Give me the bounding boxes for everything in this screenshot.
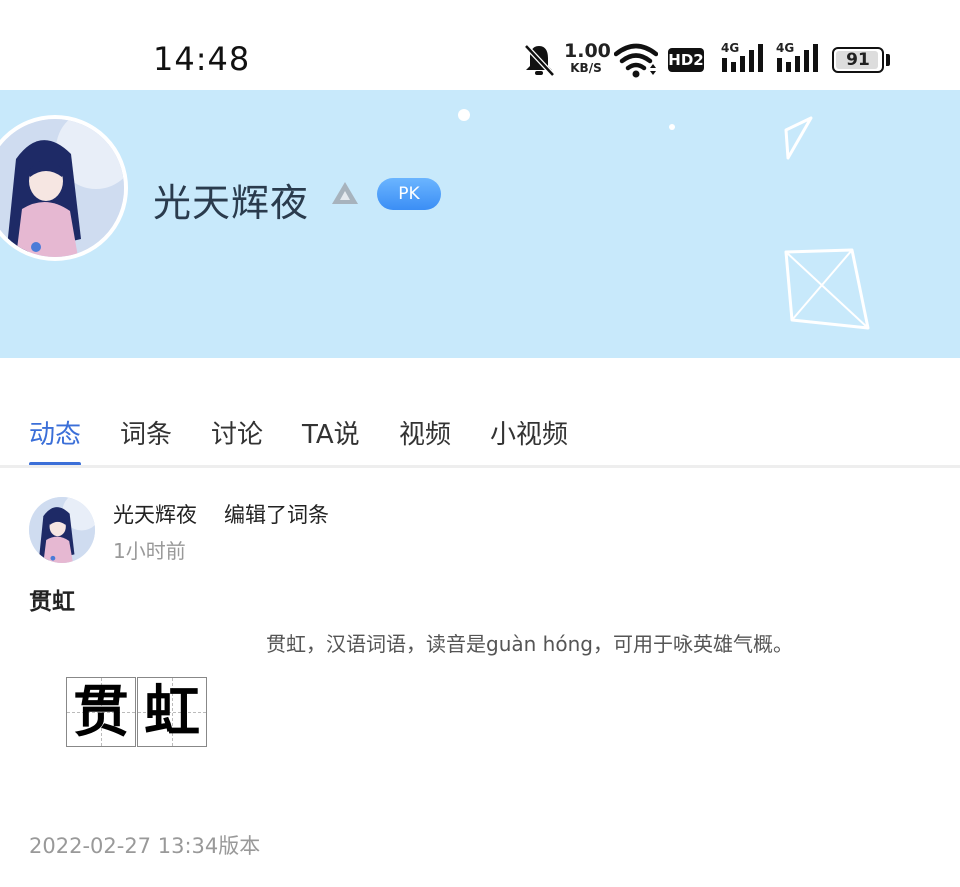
profile-tabs: 动态 词条 讨论 TA说 视频 小视频 [0, 392, 960, 468]
status-time: 14:48 [153, 40, 251, 78]
character-grid-image[interactable]: 贯 虹 [66, 677, 208, 748]
tab-dynamics[interactable]: 动态 [29, 414, 81, 451]
battery-tip [886, 54, 890, 66]
entry-description[interactable]: 贯虹，汉语词语，读音是guàn hóng，可用于咏英雄气概。 [266, 628, 793, 657]
tab-short-videos[interactable]: 小视频 [490, 414, 568, 451]
character-glyph: 贯 [73, 679, 129, 745]
character-cell: 贯 [66, 677, 136, 747]
tab-ta-says[interactable]: TA说 [302, 414, 360, 451]
post-timestamp: 1小时前 [113, 539, 186, 563]
bell-muted-icon [524, 44, 555, 77]
character-glyph: 虹 [144, 679, 200, 745]
battery-icon: 91 [832, 47, 884, 73]
hd-icon: HD2 [668, 48, 704, 72]
avatar-illustration [29, 497, 95, 563]
post-avatar[interactable] [29, 497, 95, 563]
signal-icon [722, 44, 763, 72]
battery-percent: 91 [846, 50, 870, 70]
avatar-illustration [0, 119, 124, 257]
banner-decoration [458, 109, 870, 330]
post-username[interactable]: 光天辉夜 [113, 499, 197, 529]
entry-title[interactable]: 贯虹 [29, 582, 75, 616]
tab-discussions[interactable]: 讨论 [211, 414, 263, 451]
tab-videos[interactable]: 视频 [399, 414, 451, 451]
speed-unit: KB/S [570, 61, 602, 75]
status-bar: 14:48 1.00 KB/S HD2 4G 4G 91 [0, 0, 960, 90]
character-cell: 虹 [137, 677, 207, 747]
profile-banner: 光天辉夜 PK [0, 90, 960, 358]
pk-badge[interactable]: PK [377, 178, 441, 210]
wifi-icon [614, 43, 658, 78]
level-triangle-icon [332, 182, 358, 204]
profile-name: 光天辉夜 [153, 181, 310, 225]
network-speed: 1.00 KB/S [564, 40, 611, 75]
post-action-text: 编辑了词条 [224, 503, 329, 527]
speed-value: 1.00 [564, 40, 611, 62]
tab-entries[interactable]: 词条 [120, 414, 172, 451]
version-timestamp: 2022-02-27 13:34版本 [29, 834, 261, 858]
signal-icon [777, 44, 818, 72]
tabs-divider [0, 465, 960, 468]
